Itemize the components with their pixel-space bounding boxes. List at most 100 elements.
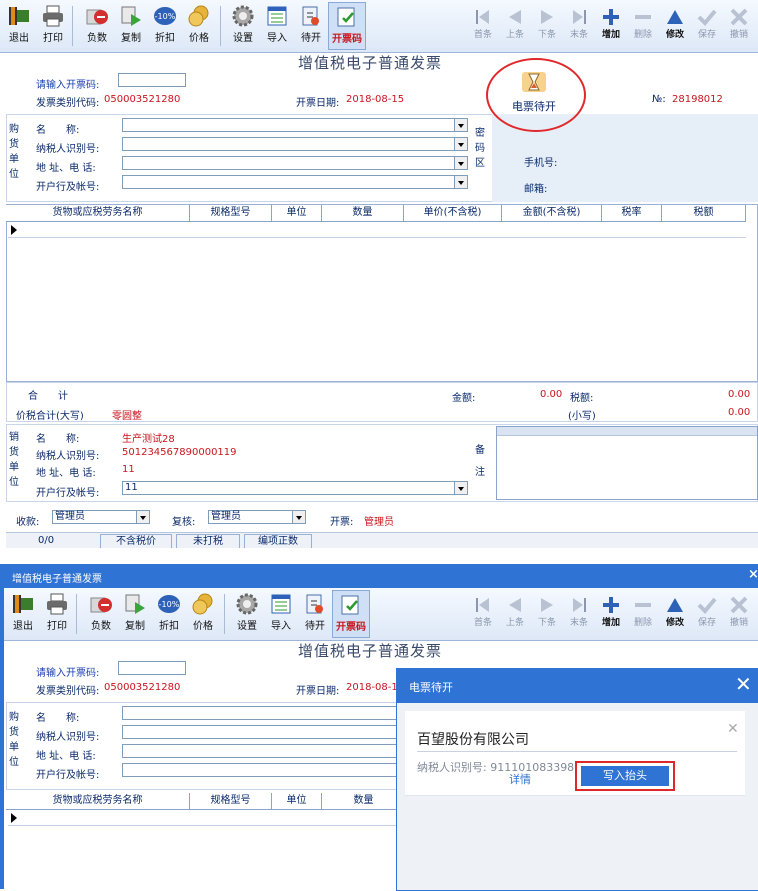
column-header: 货物或应税劳务名称 <box>6 793 190 809</box>
negative-button[interactable]: 负数 <box>84 590 118 638</box>
pending-invoice-button[interactable]: 电票待开 <box>504 70 564 120</box>
first-record-button[interactable]: 首条 <box>466 2 500 50</box>
reviewer-select[interactable]: 管理员 <box>208 510 306 524</box>
pending-button[interactable]: 待开 <box>294 2 328 50</box>
remark-textarea[interactable] <box>496 426 758 500</box>
checkmark-icon <box>697 597 717 614</box>
cross-icon <box>730 8 748 26</box>
chevron-down-icon[interactable] <box>454 138 467 150</box>
dialog-close-icon[interactable]: ✕ <box>735 674 752 694</box>
buyer-side-label: 购货单位 <box>9 712 19 768</box>
price-button[interactable]: 价格 <box>186 590 220 638</box>
divider <box>417 751 737 752</box>
exit-button[interactable]: 退出 <box>6 590 40 638</box>
seller-bank-select[interactable]: 11 <box>122 481 468 495</box>
price-button[interactable]: 价格 <box>182 2 216 50</box>
date-value: 2018-08-15 <box>346 94 405 105</box>
next-record-button[interactable]: 下条 <box>530 2 564 50</box>
column-header: 规格型号 <box>190 205 272 221</box>
first-icon <box>476 10 489 24</box>
status-item-sign[interactable]: 编项正数 <box>244 534 312 549</box>
table-row[interactable] <box>8 223 746 238</box>
save-button[interactable]: 保存 <box>690 590 724 638</box>
invoice-code-prompt: 请输入开票码: <box>36 80 100 91</box>
row-pointer-icon <box>11 225 17 235</box>
buyer-address-field[interactable] <box>122 744 422 758</box>
modify-button[interactable]: 修改 <box>658 2 692 50</box>
last-record-button[interactable]: 末条 <box>562 590 596 638</box>
write-header-button[interactable]: 写入抬头 <box>581 766 669 786</box>
status-tax-mode[interactable]: 不含税价 <box>100 534 172 549</box>
pending-button[interactable]: 待开 <box>298 590 332 638</box>
detail-link[interactable]: 详情 <box>509 771 531 787</box>
invoice-window-bottom: 增值税电子普通发票 × 退出 打印 负数 复制 -10% 折扣 价格 设置 导入… <box>0 564 758 891</box>
chevron-down-icon[interactable] <box>454 176 467 188</box>
print-button[interactable]: 打印 <box>36 2 70 50</box>
chevron-down-icon[interactable] <box>454 482 467 494</box>
buyer-taxid-field[interactable] <box>122 725 422 739</box>
copy-button[interactable]: 复制 <box>118 590 152 638</box>
discount-button[interactable]: -10% 折扣 <box>152 590 186 638</box>
buyer-bank-label: 开户行及帐号: <box>36 182 100 193</box>
cancel-button[interactable]: 撤销 <box>722 590 756 638</box>
settings-button[interactable]: 设置 <box>226 2 260 50</box>
buyer-taxid-select[interactable] <box>122 137 468 151</box>
add-button[interactable]: 增加 <box>594 2 628 50</box>
cross-icon <box>730 596 748 614</box>
save-button[interactable]: 保存 <box>690 2 724 50</box>
import-button[interactable]: 导入 <box>260 2 294 50</box>
last-record-button[interactable]: 末条 <box>562 2 596 50</box>
copy-button[interactable]: 复制 <box>114 2 148 50</box>
invoice-code-input[interactable] <box>118 73 186 87</box>
delete-button[interactable]: 删除 <box>626 590 660 638</box>
remark-label: 备注 <box>475 445 485 478</box>
buyer-name-field[interactable] <box>122 706 422 720</box>
buyer-bank-label: 开户行及帐号: <box>36 770 100 781</box>
column-header: 规格型号 <box>190 793 272 809</box>
window-close-icon[interactable]: × <box>748 567 758 582</box>
buyer-bank-select[interactable] <box>122 175 468 189</box>
triangle-icon <box>667 598 683 612</box>
first-record-button[interactable]: 首条 <box>466 590 500 638</box>
column-header: 单价(不含税) <box>404 205 502 221</box>
invoice-code-button[interactable]: 开票码 <box>328 2 366 50</box>
type-code-value: 050003521280 <box>104 94 181 105</box>
buyer-address-select[interactable] <box>122 156 468 170</box>
invoice-code-icon <box>337 7 355 27</box>
buyer-bank-field[interactable] <box>122 763 422 777</box>
previous-record-button[interactable]: 上条 <box>498 590 532 638</box>
modify-button[interactable]: 修改 <box>658 590 692 638</box>
chevron-down-icon[interactable] <box>136 511 149 523</box>
discount-button[interactable]: -10% 折扣 <box>148 2 182 50</box>
write-header-highlight: 写入抬头 <box>575 761 675 791</box>
total-label: 合 计 <box>28 391 68 402</box>
last-icon <box>573 598 586 612</box>
negative-button[interactable]: 负数 <box>80 2 114 50</box>
add-button[interactable]: 增加 <box>594 590 628 638</box>
items-grid-header: 货物或应税劳务名称 规格型号 单位 数量 <box>6 793 406 810</box>
cancel-button[interactable]: 撤销 <box>722 2 756 50</box>
negative-icon <box>90 597 112 613</box>
chevron-down-icon[interactable] <box>454 157 467 169</box>
settings-button[interactable]: 设置 <box>230 590 264 638</box>
buyer-name-label: 名 称: <box>36 713 80 724</box>
import-button[interactable]: 导入 <box>264 590 298 638</box>
exit-button[interactable]: 退出 <box>2 2 36 50</box>
company-remove-icon[interactable]: ✕ <box>727 721 739 737</box>
discount-icon: -10% <box>154 7 176 25</box>
table-row[interactable] <box>8 811 398 826</box>
invoice-code-button[interactable]: 开票码 <box>332 590 370 638</box>
import-icon <box>271 594 291 614</box>
window-titlebar: 增值税电子普通发票 × <box>0 564 758 588</box>
delete-button[interactable]: 删除 <box>626 2 660 50</box>
printer-icon <box>47 593 67 615</box>
previous-record-button[interactable]: 上条 <box>498 2 532 50</box>
invoice-code-input[interactable] <box>118 661 186 675</box>
next-record-button[interactable]: 下条 <box>530 590 564 638</box>
status-print-tax[interactable]: 未打税 <box>176 534 240 549</box>
payee-select[interactable]: 管理员 <box>52 510 150 524</box>
chevron-down-icon[interactable] <box>292 511 305 523</box>
print-button[interactable]: 打印 <box>40 590 74 638</box>
buyer-name-select[interactable] <box>122 118 468 132</box>
chevron-down-icon[interactable] <box>454 119 467 131</box>
